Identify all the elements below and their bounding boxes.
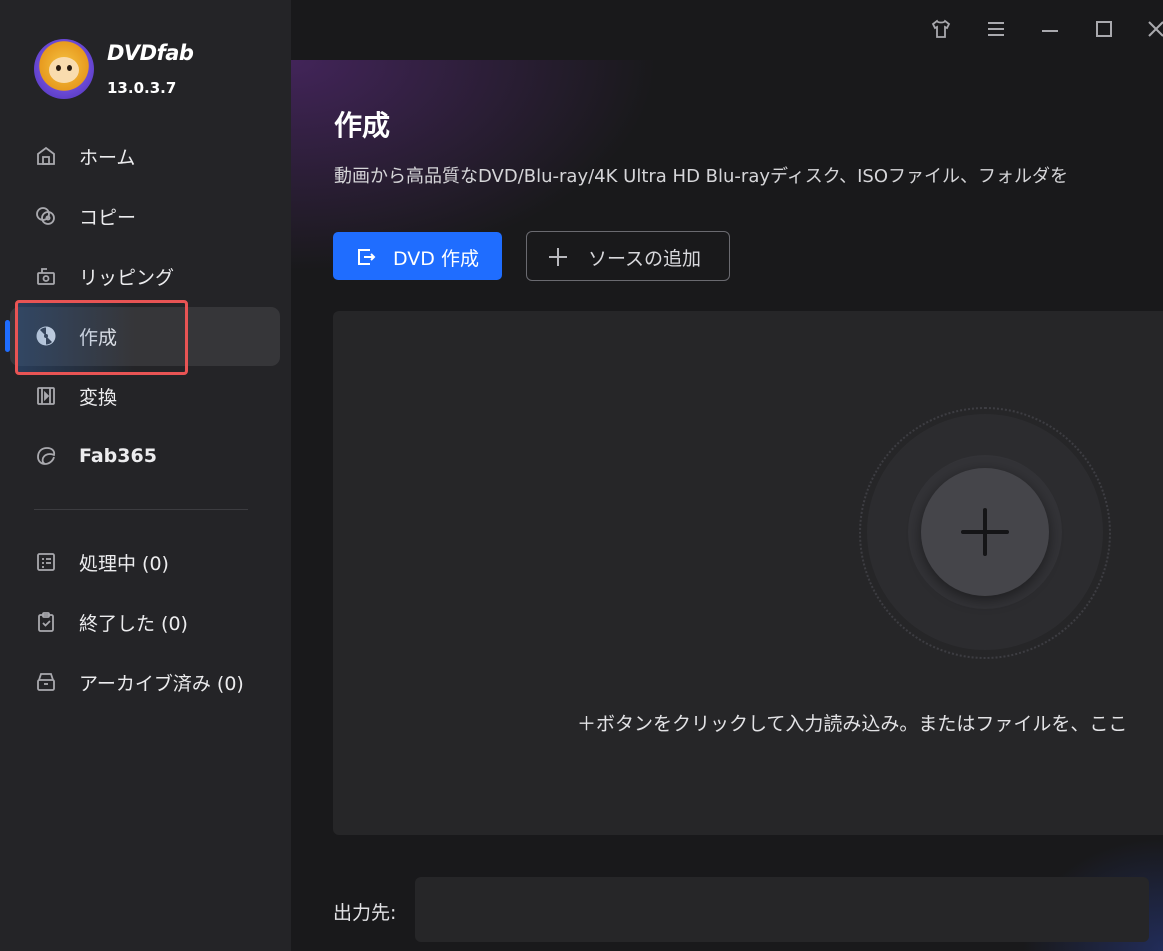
copy-disc-icon	[36, 207, 55, 225]
sidebar-item-creator[interactable]: 作成	[0, 306, 291, 366]
sidebar-item-ripper[interactable]: リッピング	[0, 246, 291, 306]
ripper-icon	[37, 268, 55, 285]
sidebar-divider	[34, 509, 248, 510]
minimize-button[interactable]	[1037, 16, 1063, 42]
menu-button[interactable]	[983, 16, 1009, 42]
close-icon	[1148, 21, 1163, 37]
sidebar-item-label: 作成	[79, 326, 118, 349]
task-list-icon	[37, 553, 55, 571]
dvdfab-logo	[34, 39, 94, 99]
add-source-label: ソースの追加	[588, 248, 702, 270]
clipboard-check-icon	[38, 612, 54, 632]
sidebar-item-home[interactable]: ホーム	[0, 126, 291, 186]
sidebar-item-converter[interactable]: 変換	[0, 366, 291, 426]
maximize-button[interactable]	[1091, 16, 1117, 42]
brand-name: DVDfab	[107, 41, 194, 65]
active-indicator	[5, 320, 10, 352]
sidebar-item-label: 処理中 (0)	[79, 552, 169, 575]
home-icon	[37, 146, 55, 165]
sidebar-item-label: 終了した (0)	[79, 612, 188, 635]
sidebar-item-label: コピー	[79, 206, 137, 229]
close-button[interactable]	[1143, 16, 1163, 42]
fab365-icon	[37, 447, 56, 465]
sidebar-item-processing[interactable]: 処理中 (0)	[0, 532, 291, 592]
sidebar-item-fab365[interactable]: Fab365	[0, 426, 291, 486]
add-source-button[interactable]: ソースの追加	[526, 231, 730, 281]
task-nav: 処理中 (0) 終了した (0) アーカイブ済み (0)	[0, 532, 291, 712]
film-icon	[37, 387, 55, 405]
exit-box-icon	[358, 249, 376, 265]
sidebar-item-label: ホーム	[79, 146, 136, 169]
dvd-create-button[interactable]: DVD 作成	[333, 232, 502, 280]
output-label: 出力先:	[333, 902, 397, 924]
sidebar-item-copy[interactable]: コピー	[0, 186, 291, 246]
add-file-plus-button[interactable]	[921, 468, 1049, 596]
sidebar-item-label: アーカイブ済み (0)	[79, 672, 244, 695]
maximize-icon	[1096, 21, 1112, 37]
main-nav: ホーム コピー リッピング 作成 変換 Fab365	[0, 126, 291, 486]
sidebar-item-label: Fab365	[79, 445, 157, 467]
dvd-create-label: DVD 作成	[393, 248, 479, 270]
drop-hint-text: ＋ボタンをクリックして入力読み込み。またはファイルを、ここ	[577, 713, 1128, 735]
source-drop-zone[interactable]: ＋ボタンをクリックして入力読み込み。またはファイルを、ここ	[333, 311, 1163, 835]
minimize-icon	[1042, 30, 1058, 32]
main-content: 作成 動画から高品質なDVD/Blu-ray/4K Ultra HD Blu-r…	[291, 60, 1163, 951]
title-bar	[291, 0, 1163, 60]
menu-icon	[988, 22, 1004, 36]
skin-button[interactable]	[928, 16, 954, 42]
creator-disc-icon	[36, 326, 56, 346]
sidebar: DVDfab 13.0.3.7 ホーム コピー リッピング 作成 変換 Fab3…	[0, 0, 291, 951]
app-version: 13.0.3.7	[107, 79, 177, 97]
sidebar-item-finished[interactable]: 終了した (0)	[0, 592, 291, 652]
sidebar-item-label: リッピング	[79, 266, 175, 289]
plus-icon	[549, 248, 567, 266]
sidebar-item-archived[interactable]: アーカイブ済み (0)	[0, 652, 291, 712]
sidebar-item-label: 変換	[79, 386, 118, 409]
page-description: 動画から高品質なDVD/Blu-ray/4K Ultra HD Blu-rayデ…	[334, 166, 1069, 187]
archive-icon	[37, 673, 55, 691]
skin-icon	[931, 19, 951, 38]
output-path-field[interactable]	[415, 877, 1149, 942]
page-title: 作成	[334, 109, 391, 142]
